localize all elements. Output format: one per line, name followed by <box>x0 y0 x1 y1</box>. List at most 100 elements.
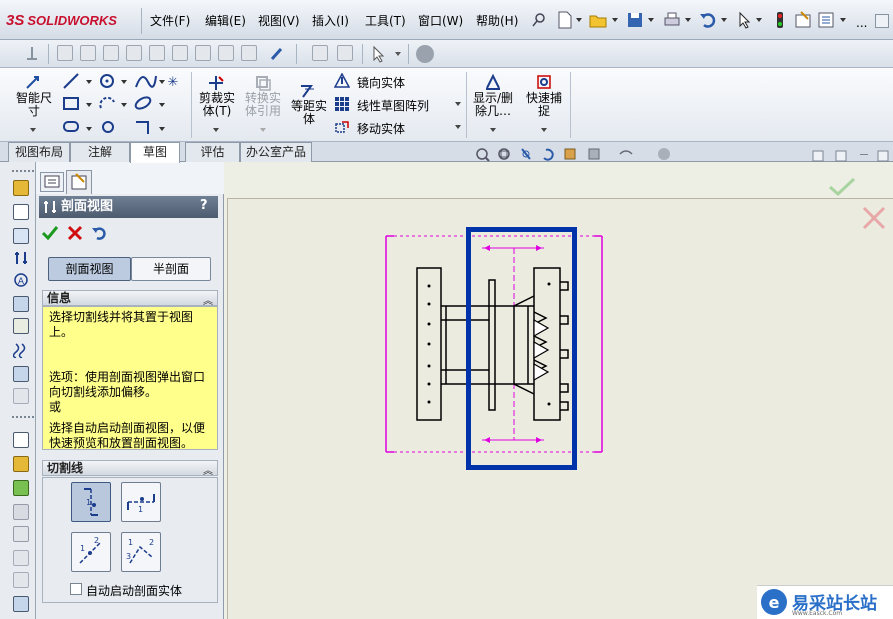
auto-start-checkbox-label[interactable]: 自动启动剖面实体 <box>86 582 182 599</box>
select-arrow-icon[interactable] <box>735 10 755 30</box>
feature-tree-tab-icon[interactable] <box>40 172 64 192</box>
open-folder-icon[interactable] <box>588 10 608 30</box>
chevron-down-icon[interactable] <box>840 18 846 22</box>
break-line-icon[interactable] <box>12 342 29 359</box>
menu-window[interactable]: 窗口(W) <box>418 12 463 30</box>
chevron-down-icon[interactable] <box>395 52 401 56</box>
view-cube-icon[interactable] <box>218 45 234 61</box>
traffic-light-icon[interactable] <box>770 10 790 30</box>
table-icon[interactable] <box>13 432 29 448</box>
property-manager-tab-icon[interactable] <box>66 170 92 194</box>
chevron-down-icon[interactable] <box>721 18 727 22</box>
chevron-down-icon[interactable] <box>159 127 165 131</box>
broken-view-icon[interactable] <box>13 296 29 312</box>
text-icon[interactable] <box>13 526 29 542</box>
chevron-down-icon[interactable] <box>455 102 461 106</box>
chevron-down-icon[interactable] <box>541 128 547 132</box>
print-icon[interactable] <box>662 10 682 30</box>
view-cube-icon[interactable] <box>80 45 96 61</box>
tab-view-layout[interactable]: 视图布局 <box>8 142 70 162</box>
section-view-mode-button[interactable]: 剖面视图 <box>48 257 131 281</box>
undo-icon[interactable] <box>91 224 109 242</box>
mirror-icon[interactable] <box>333 72 351 89</box>
menu-edit[interactable]: 编辑(E) <box>205 12 246 30</box>
move-entities-label[interactable]: 移动实体 <box>357 120 405 137</box>
chevron-down-icon[interactable] <box>612 18 618 22</box>
menu-file[interactable]: 文件(F) <box>150 12 190 30</box>
crop-view-icon[interactable] <box>13 318 29 334</box>
chevron-down-icon[interactable] <box>121 103 127 107</box>
view-cube-icon[interactable] <box>57 45 73 61</box>
auxiliary-cut-line-button[interactable]: 1 2 3 <box>121 532 161 572</box>
save-icon[interactable] <box>625 10 645 30</box>
cutting-line-section-header[interactable]: 切割线 <box>42 460 218 476</box>
smart-dimension-icon[interactable] <box>24 74 42 92</box>
half-section-mode-button[interactable]: 半剖面 <box>131 257 211 281</box>
chevron-down-icon[interactable] <box>86 103 92 107</box>
toolbar-overflow[interactable]: ... <box>856 14 867 32</box>
note-icon[interactable] <box>337 45 353 61</box>
view-cube-icon[interactable] <box>195 45 211 61</box>
collapse-chevron-icon[interactable]: ︽ <box>203 292 213 307</box>
anchor-icon[interactable] <box>22 44 42 64</box>
linear-pattern-icon[interactable] <box>334 96 350 112</box>
linear-pattern-label[interactable]: 线性草图阵列 <box>357 97 429 114</box>
vertical-cut-line-button[interactable]: 1 <box>71 482 111 522</box>
tab-evaluate[interactable]: 评估 <box>185 142 240 162</box>
move-entities-icon[interactable] <box>334 119 350 135</box>
aligned-cut-line-button[interactable]: 12 <box>71 532 111 572</box>
tab-office-products[interactable]: 办公室产品 <box>240 142 312 162</box>
chevron-down-icon[interactable] <box>86 80 92 84</box>
chevron-down-icon[interactable] <box>490 128 496 132</box>
menu-view[interactable]: 视图(V) <box>258 12 300 30</box>
pin-icon[interactable] <box>530 10 550 30</box>
standard-views-icon[interactable] <box>13 204 29 220</box>
menu-tools[interactable]: 工具(T) <box>365 12 406 30</box>
view-cube-icon[interactable] <box>126 45 142 61</box>
chevron-down-icon[interactable] <box>86 127 92 131</box>
chevron-down-icon[interactable] <box>159 103 165 107</box>
view-cube-icon[interactable] <box>149 45 165 61</box>
convert-entities-icon[interactable] <box>254 74 272 92</box>
detail-view-icon[interactable]: A <box>13 272 29 288</box>
info-section-header[interactable]: 信息 <box>42 290 218 306</box>
menu-insert[interactable]: 插入(I) <box>312 12 349 30</box>
chevron-down-icon[interactable] <box>213 128 219 132</box>
help-button[interactable]: ? <box>200 198 208 213</box>
model-items-icon[interactable] <box>13 180 29 196</box>
window-controls[interactable] <box>812 150 892 162</box>
render-icon[interactable] <box>416 45 434 63</box>
quick-snaps-icon[interactable] <box>535 73 553 91</box>
display-relations-icon[interactable] <box>484 73 502 91</box>
projected-view-icon[interactable] <box>13 228 29 244</box>
mirror-label[interactable]: 镜向实体 <box>357 74 405 91</box>
options-icon[interactable] <box>793 10 813 30</box>
collapse-chevron-icon[interactable]: ︽ <box>203 462 213 477</box>
block-icon[interactable] <box>13 480 29 496</box>
window-button[interactable] <box>875 14 889 28</box>
chevron-down-icon[interactable] <box>30 128 36 132</box>
chevron-down-icon[interactable] <box>648 18 654 22</box>
ok-check-icon[interactable] <box>41 224 59 242</box>
properties-icon[interactable] <box>816 10 836 30</box>
cancel-x-icon[interactable] <box>66 224 84 242</box>
chevron-down-icon[interactable] <box>576 18 582 22</box>
sheet-icon[interactable] <box>13 596 29 612</box>
view-cube-icon[interactable] <box>241 45 257 61</box>
view-cube-icon[interactable] <box>172 45 188 61</box>
chevron-down-icon[interactable] <box>685 18 691 22</box>
confirm-corner-cancel-icon[interactable] <box>860 204 888 232</box>
new-document-icon[interactable] <box>555 10 575 30</box>
confirm-corner-ok-icon[interactable] <box>828 176 856 198</box>
chevron-down-icon[interactable] <box>121 80 127 84</box>
view-cube-icon[interactable] <box>103 45 119 61</box>
chevron-down-icon[interactable] <box>756 18 762 22</box>
wrench-icon[interactable] <box>268 45 286 63</box>
drawing-view[interactable] <box>384 224 606 472</box>
alternate-position-icon[interactable] <box>13 366 29 382</box>
layer-icon[interactable] <box>13 456 29 472</box>
chevron-down-icon[interactable] <box>455 125 461 129</box>
undo-icon[interactable] <box>698 10 718 30</box>
offset-entities-icon[interactable] <box>298 82 316 100</box>
horizontal-cut-line-button[interactable]: 1 <box>121 482 161 522</box>
